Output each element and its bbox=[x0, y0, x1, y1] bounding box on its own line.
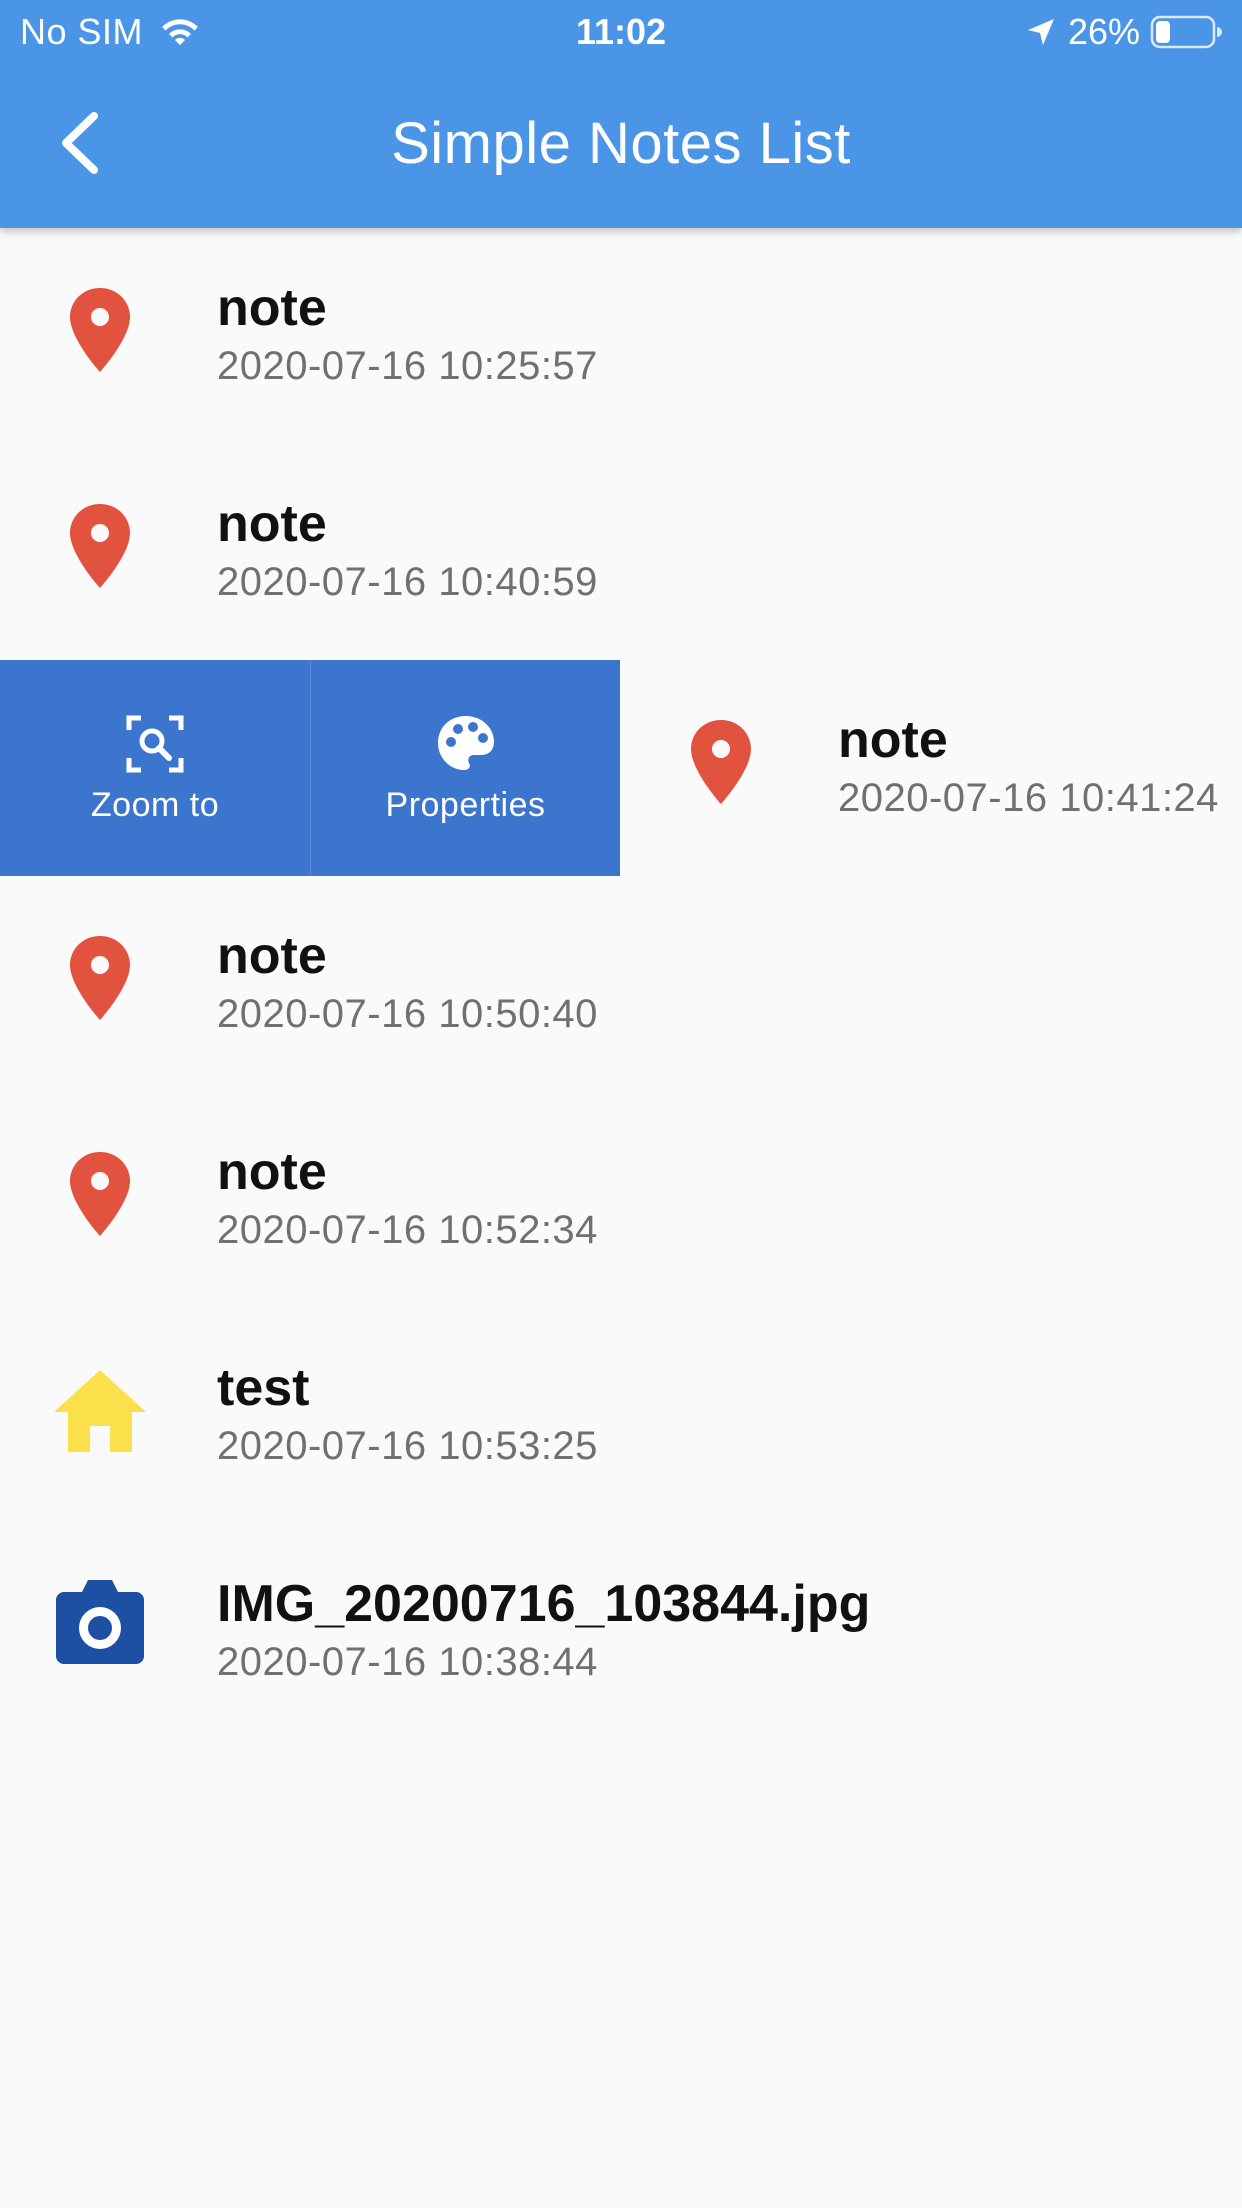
note-title: test bbox=[217, 1359, 310, 1417]
map-marker-icon bbox=[52, 1146, 148, 1242]
list-item-content[interactable]: IMG_20200716_103844.jpg 2020-07-16 10:38… bbox=[0, 1524, 1242, 1740]
list-item[interactable]: IMG_20200716_103844.jpg 2020-07-16 10:38… bbox=[0, 1524, 1242, 1740]
status-bar: No SIM 11:02 26% bbox=[0, 0, 1242, 62]
note-title: note bbox=[217, 495, 327, 553]
swipe-actions: Zoom to Properties bbox=[0, 660, 620, 876]
list-item[interactable]: note 2020-07-16 10:40:59 bbox=[0, 444, 1242, 660]
properties-label: Properties bbox=[385, 785, 546, 824]
list-item-content[interactable]: note 2020-07-16 10:40:59 bbox=[0, 444, 1242, 660]
note-timestamp: 2020-07-16 10:41:24 bbox=[838, 776, 1219, 820]
note-title: note bbox=[217, 279, 327, 337]
list-item[interactable]: test 2020-07-16 10:53:25 bbox=[0, 1308, 1242, 1524]
status-right: 26% bbox=[1024, 11, 1224, 53]
note-timestamp: 2020-07-16 10:53:25 bbox=[217, 1424, 598, 1468]
list-item-content[interactable]: test 2020-07-16 10:53:25 bbox=[0, 1308, 1242, 1524]
note-timestamp: 2020-07-16 10:50:40 bbox=[217, 992, 598, 1036]
app-bar: No SIM 11:02 26% Simple Notes List bbox=[0, 0, 1242, 228]
map-marker-icon bbox=[673, 714, 769, 810]
list-item-content[interactable]: note 2020-07-16 10:52:34 bbox=[0, 1092, 1242, 1308]
map-marker-icon bbox=[52, 930, 148, 1026]
note-title: note bbox=[217, 927, 327, 985]
notes-list: note 2020-07-16 10:25:57 note 2020-07-16… bbox=[0, 228, 1242, 1740]
list-item-content[interactable]: note 2020-07-16 10:41:24 bbox=[621, 660, 1242, 876]
properties-button[interactable]: Properties bbox=[310, 660, 620, 876]
note-timestamp: 2020-07-16 10:25:57 bbox=[217, 344, 598, 388]
zoom-to-label: Zoom to bbox=[90, 785, 220, 824]
note-title: IMG_20200716_103844.jpg bbox=[217, 1575, 871, 1633]
list-item[interactable]: note 2020-07-16 10:50:40 bbox=[0, 876, 1242, 1092]
note-title: note bbox=[838, 711, 948, 769]
location-arrow-icon bbox=[1027, 19, 1054, 45]
note-timestamp: 2020-07-16 10:38:44 bbox=[217, 1640, 598, 1684]
note-timestamp: 2020-07-16 10:52:34 bbox=[217, 1208, 598, 1252]
map-marker-icon bbox=[52, 282, 148, 378]
battery-percent: 26% bbox=[1067, 11, 1140, 52]
palette-icon bbox=[437, 715, 494, 770]
screen: No SIM 11:02 26% Simple Notes List note … bbox=[0, 0, 1242, 2208]
battery-icon bbox=[1150, 15, 1222, 49]
list-item-swiped[interactable]: Zoom to Properties note 2020-07-16 10:41… bbox=[0, 660, 1242, 876]
home-icon bbox=[52, 1362, 148, 1458]
map-marker-icon bbox=[52, 498, 148, 594]
note-title: note bbox=[217, 1143, 327, 1201]
list-item[interactable]: note 2020-07-16 10:25:57 bbox=[0, 228, 1242, 444]
zoom-focus-icon bbox=[126, 715, 184, 772]
list-item-content[interactable]: note 2020-07-16 10:25:57 bbox=[0, 228, 1242, 444]
page-title: Simple Notes List bbox=[391, 111, 851, 176]
camera-icon bbox=[52, 1578, 148, 1674]
list-item[interactable]: note 2020-07-16 10:52:34 bbox=[0, 1092, 1242, 1308]
list-item-content[interactable]: note 2020-07-16 10:50:40 bbox=[0, 876, 1242, 1092]
note-timestamp: 2020-07-16 10:40:59 bbox=[217, 560, 598, 604]
zoom-to-button[interactable]: Zoom to bbox=[0, 660, 310, 876]
